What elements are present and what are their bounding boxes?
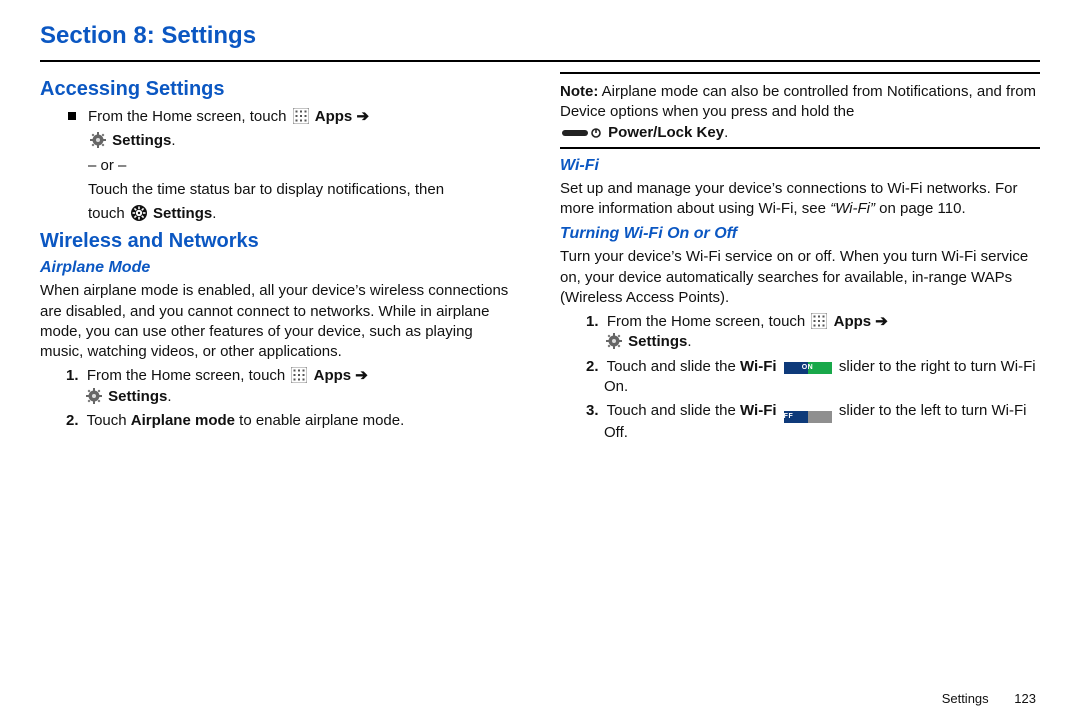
apps-label: Apps	[315, 108, 353, 125]
left-column: Accessing Settings From the Home screen,…	[40, 72, 520, 447]
settings-line: Settings.	[40, 131, 520, 151]
wifi-label: Wi-Fi	[740, 358, 777, 375]
heading-accessing-settings: Accessing Settings	[40, 78, 520, 101]
gear-icon	[606, 333, 622, 349]
divider	[40, 60, 1040, 62]
settings-label: Settings	[112, 132, 171, 149]
power-lock-key-label: Power/Lock Key	[608, 124, 724, 141]
airplane-step-2: 2. Touch Airplane mode to enable airplan…	[40, 411, 520, 431]
note-bottom-rule	[560, 147, 1040, 149]
arrow-icon: ➔	[875, 313, 888, 330]
touch-settings: touch Settings.	[40, 204, 520, 224]
wifi-on-slider-icon: ON	[784, 362, 832, 374]
airplane-description: When airplane mode is enabled, all your …	[40, 281, 520, 362]
footer-label: Settings	[942, 691, 989, 706]
wifi-step-3: 3. Touch and slide the Wi-Fi OFF slider …	[560, 401, 1040, 443]
text: Touch the time status bar to display not…	[88, 181, 444, 198]
text: on page 110.	[879, 200, 965, 217]
step-number: 1.	[66, 367, 79, 384]
airplane-mode-label: Airplane mode	[131, 412, 235, 429]
power-key-icon	[562, 128, 602, 138]
step-number: 3.	[586, 402, 599, 419]
right-column: Note: Airplane mode can also be controll…	[560, 72, 1040, 447]
text: Touch and slide the	[607, 358, 736, 375]
bullet-square-icon	[68, 112, 76, 120]
step-number: 2.	[586, 358, 599, 375]
arrow-icon: ➔	[355, 367, 368, 384]
settings-label: Settings	[108, 388, 167, 405]
airplane-step-1: 1. From the Home screen, touch Apps ➔ Se…	[40, 366, 520, 407]
settings-label: Settings	[153, 205, 212, 222]
wifi-step-2: 2. Touch and slide the Wi-Fi ON slider t…	[560, 357, 1040, 398]
step-number: 2.	[66, 412, 79, 429]
text: Touch and slide the	[607, 402, 736, 419]
text: Touch	[87, 412, 127, 429]
text: From the Home screen, touch	[88, 108, 286, 125]
gear-icon	[90, 132, 106, 148]
wifi-toggle-description: Turn your device’s Wi-Fi service on or o…	[560, 247, 1040, 308]
text: to enable airplane mode.	[239, 412, 404, 429]
gear-circle-icon	[131, 205, 147, 221]
wifi-reference: “Wi-Fi”	[830, 200, 875, 217]
or-text: – or –	[40, 156, 520, 176]
subheading-turning-wifi: Turning Wi-Fi On or Off	[560, 225, 1040, 243]
subheading-wifi: Wi-Fi	[560, 157, 1040, 175]
wifi-description: Set up and manage your device’s connecti…	[560, 179, 1040, 220]
text: From the Home screen, touch	[607, 313, 805, 330]
page-footer: Settings 123	[942, 691, 1036, 706]
touch-status-bar: Touch the time status bar to display not…	[40, 180, 520, 200]
bullet-from-home: From the Home screen, touch Apps ➔	[40, 107, 520, 127]
step-number: 1.	[586, 313, 599, 330]
apps-icon	[811, 313, 827, 329]
text: From the Home screen, touch	[87, 367, 285, 384]
wifi-label: Wi-Fi	[740, 402, 777, 419]
wifi-step-1: 1. From the Home screen, touch Apps ➔ Se…	[560, 312, 1040, 353]
page-title: Section 8: Settings	[40, 22, 1040, 50]
note-top-rule	[560, 72, 1040, 74]
arrow-icon: ➔	[356, 108, 369, 125]
note-paragraph: Note: Airplane mode can also be controll…	[560, 82, 1040, 143]
page-number: 123	[1014, 691, 1036, 706]
subheading-airplane-mode: Airplane Mode	[40, 259, 520, 277]
heading-wireless-networks: Wireless and Networks	[40, 230, 520, 253]
apps-icon	[293, 108, 309, 124]
note-text: Airplane mode can also be controlled fro…	[560, 83, 1036, 120]
text: touch	[88, 205, 125, 222]
note-label: Note:	[560, 83, 598, 100]
apps-icon	[291, 367, 307, 383]
apps-label: Apps	[834, 313, 872, 330]
gear-icon	[86, 388, 102, 404]
apps-label: Apps	[314, 367, 352, 384]
wifi-off-slider-icon: OFF	[784, 411, 832, 423]
settings-label: Settings	[628, 333, 687, 350]
